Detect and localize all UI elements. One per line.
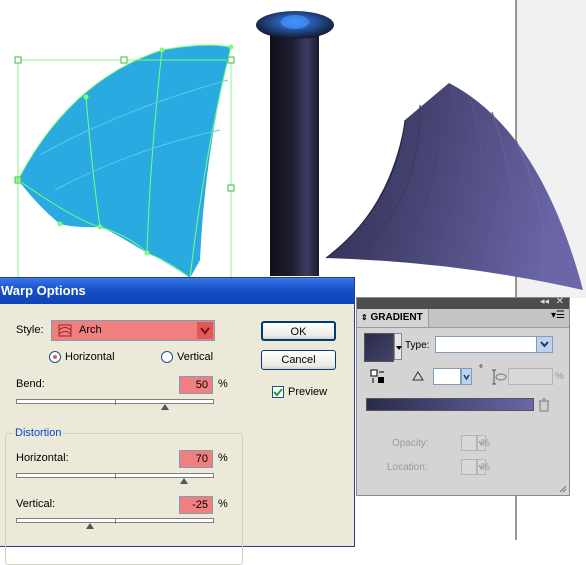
vertical-radio[interactable]	[161, 351, 173, 363]
resize-grip-icon[interactable]	[559, 485, 567, 493]
preview-label: Preview	[288, 386, 328, 398]
horizontal-radio[interactable]	[49, 351, 61, 363]
gradient-swatch[interactable]	[364, 333, 394, 362]
swatch-dropdown-arrow[interactable]	[394, 333, 402, 360]
angle-dropdown[interactable]	[461, 368, 472, 385]
style-value: Arch	[79, 324, 102, 336]
panel-menu-icon[interactable]: ▾☰	[551, 310, 565, 321]
dist-horizontal-input[interactable]: 70	[179, 450, 213, 468]
angle-icon	[412, 371, 424, 381]
gradient-tab-label: GRADIENT	[370, 312, 423, 323]
dist-vertical-slider[interactable]	[16, 518, 214, 524]
trash-icon[interactable]	[538, 398, 550, 412]
reverse-gradient-icon[interactable]	[370, 369, 386, 385]
degree-symbol: °	[479, 364, 483, 375]
dialog-titlebar[interactable]: Warp Options	[0, 278, 354, 304]
dialog-title: Warp Options	[1, 283, 86, 298]
bend-percent: %	[218, 378, 228, 390]
distortion-label: Distortion	[13, 427, 64, 439]
gradient-panel: ◂◂ ✕ ⇕ GRADIENT ▾☰ Type: ° % Opacity: % …	[356, 296, 570, 496]
opacity-label: Opacity:	[392, 438, 429, 449]
checkmark-icon	[273, 388, 283, 397]
aspect-percent: %	[555, 371, 564, 382]
vertical-radio-label: Vertical	[177, 351, 214, 363]
bend-slider[interactable]	[16, 399, 214, 405]
chevron-down-icon	[197, 322, 213, 339]
opacity-input[interactable]	[461, 435, 477, 451]
selected-warped-object[interactable]	[17, 44, 232, 279]
panel-header-bar[interactable]: ◂◂ ✕	[357, 296, 569, 309]
bbox-handle	[14, 56, 22, 64]
bend-input[interactable]: 50	[179, 376, 213, 394]
dist-horizontal-label: Horizontal:	[16, 452, 69, 464]
angle-input[interactable]	[433, 368, 461, 385]
tab-arrows-icon: ⇕	[361, 313, 368, 322]
style-dropdown[interactable]: Arch	[51, 320, 215, 341]
close-icon[interactable]: ✕	[556, 296, 564, 307]
aspect-ratio-input[interactable]	[508, 368, 553, 385]
dist-vertical-slider-thumb[interactable]	[86, 523, 95, 529]
chevron-down-icon	[536, 337, 552, 352]
preview-checkbox[interactable]	[272, 386, 284, 398]
location-input[interactable]	[461, 459, 477, 475]
location-percent: %	[481, 462, 490, 473]
tab-gradient[interactable]: ⇕ GRADIENT	[357, 309, 429, 327]
dist-vertical-label: Vertical:	[16, 498, 56, 510]
warp-options-dialog: Warp Options Style: Arch Horizontal Vert…	[0, 277, 355, 565]
aspect-ratio-icon	[492, 369, 507, 385]
bbox-handle	[227, 184, 235, 192]
arch-icon	[58, 324, 72, 337]
dist-horizontal-slider-thumb[interactable]	[180, 478, 189, 484]
dist-vertical-input[interactable]: -25	[179, 496, 213, 514]
type-label: Type:	[405, 340, 430, 351]
dist-vertical-percent: %	[218, 498, 228, 510]
type-select[interactable]	[435, 336, 553, 353]
location-label: Location:	[387, 462, 428, 473]
opacity-percent: %	[481, 438, 490, 449]
horizontal-radio-label: Horizontal	[65, 351, 115, 363]
dist-horizontal-percent: %	[218, 452, 228, 464]
cancel-button[interactable]: Cancel	[261, 350, 336, 370]
ok-button[interactable]: OK	[261, 321, 336, 341]
pillar-object[interactable]	[256, 11, 334, 276]
bbox-handle	[120, 56, 128, 64]
bbox-handle	[227, 56, 235, 64]
style-label: Style:	[16, 324, 44, 336]
gradient-ramp[interactable]	[366, 398, 534, 411]
bend-slider-thumb[interactable]	[160, 404, 169, 410]
bend-label: Bend:	[16, 378, 45, 390]
collapse-icon[interactable]: ◂◂	[540, 296, 549, 307]
